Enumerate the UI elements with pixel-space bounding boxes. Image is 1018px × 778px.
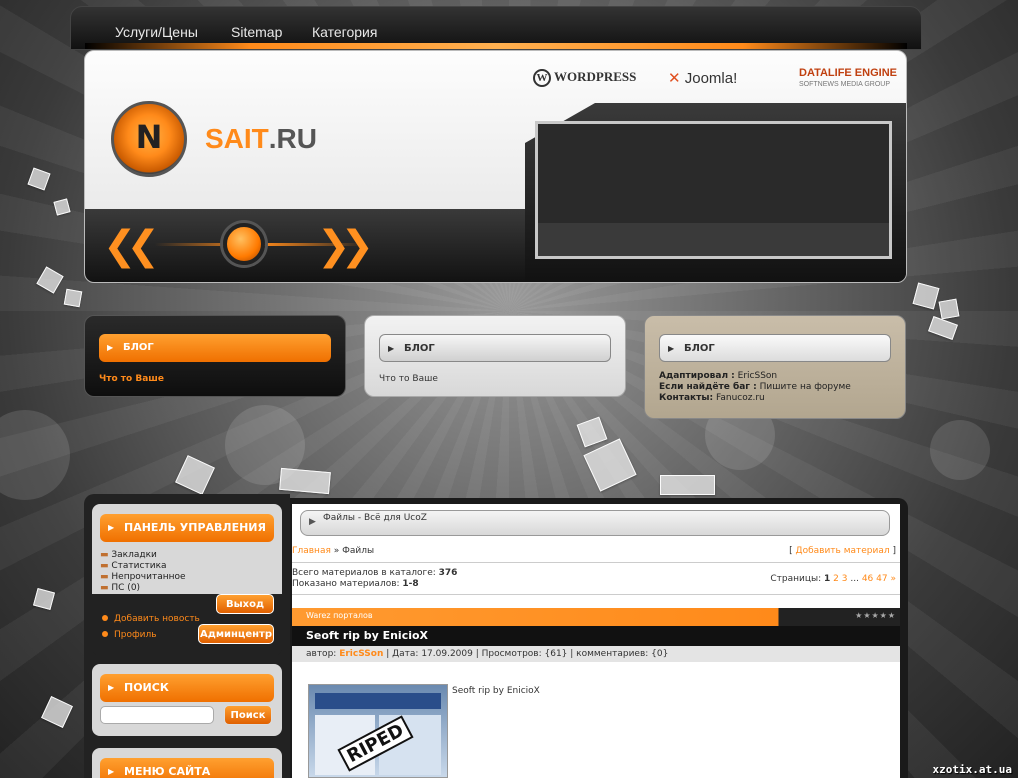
bg-cube [660,475,715,495]
admin-center-button[interactable]: Админцентр [198,624,274,644]
profile-link[interactable]: Профиль [102,630,157,640]
control-panel-list: ▬ Закладки ▬ Статистика ▬ Непрочитанное … [100,550,274,594]
orange-orb-icon [223,223,265,265]
site-menu-title: МЕНЮ САЙТА [100,758,274,778]
search-input[interactable] [100,706,214,724]
nav-glow-line [85,43,907,49]
search-panel-title: ПОИСК [100,674,274,702]
watermark: xzotix.at.ua [932,763,1012,776]
bg-cube [279,467,331,495]
page-47[interactable]: 47 [876,574,887,584]
list-item[interactable]: ▬ Непрочитанное [100,572,274,583]
add-material: [ Добавить материал ] [789,546,896,556]
prev-arrows-icon[interactable]: ❮❮ [103,223,160,269]
post-text: Seoft rip by EnicioX [452,686,540,696]
pagination: Страницы: 1 2 3 ... 46 47 » [770,574,896,584]
control-panel-title: ПАНЕЛЬ УПРАВЛЕНИЯ [100,514,274,542]
page-3[interactable]: 3 [842,574,848,584]
page-2[interactable]: 2 [833,574,839,584]
blog-title-dark[interactable]: БЛОГ [99,334,331,362]
blog-text-light: Что то Ваше [379,374,438,384]
page-next[interactable]: » [890,574,896,584]
blog-text-dark: Что то Ваше [99,374,164,384]
blog-box-beige: БЛОГ Адаптировал : EricSSon Если найдёте… [644,315,906,419]
site-logo-icon[interactable]: N [111,101,187,177]
list-item[interactable]: ▬ Закладки [100,550,274,561]
post-thumbnail[interactable]: RIPED [308,684,448,778]
section-title-bar: ▶ Файлы - Всё для UcoZ [300,510,890,536]
blog-box-light: БЛОГ Что то Ваше [364,315,626,397]
main-content-inner: ▶ Файлы - Всё для UcoZ Главная » Файлы [… [292,504,900,778]
rating-stars-icon[interactable]: ★★★★★ [855,611,896,620]
bg-cube [63,288,83,308]
left-sidebar: ПАНЕЛЬ УПРАВЛЕНИЯ ▬ Закладки ▬ Статистик… [84,494,290,778]
add-material-link[interactable]: Добавить материал [796,546,890,556]
list-item[interactable]: ▬ Статистика [100,561,274,572]
category-link[interactable]: Warez порталов [306,611,373,620]
joomla-logo: ✕ Joomla! [668,70,738,87]
search-panel: ПОИСК Поиск [92,664,282,736]
bg-cube [938,298,960,320]
blog-title-light[interactable]: БЛОГ [379,334,611,363]
category-bar: Warez порталов ★★★★★ [292,608,900,626]
top-navbar: Услуги/Цены Sitemap Категория [70,6,922,50]
breadcrumb-home[interactable]: Главная [292,546,331,556]
blog-box-dark: БЛОГ Что то Ваше [84,315,346,397]
search-button[interactable]: Поиск [224,705,272,725]
section-title: Файлы - Всё для UcoZ [323,513,427,523]
site-name[interactable]: SAIT.RU [205,123,317,155]
datalife-logo: DATALIFE ENGINE SOFTNEWS MEDIA GROUP [799,67,897,89]
post-title[interactable]: Seoft rip by EnicioX [292,626,900,646]
blog-info: Адаптировал : EricSSon Если найдёте баг … [659,371,851,403]
list-item[interactable]: ▬ ПС (0) [100,583,274,594]
site-menu-panel: МЕНЮ САЙТА [92,748,282,778]
main-content: ▶ Файлы - Всё для UcoZ Главная » Файлы [… [290,498,908,778]
post-meta: автор: EricSSon | Дата: 17.09.2009 | Про… [292,646,900,662]
page-1[interactable]: 1 [824,574,830,584]
logout-button[interactable]: Выход [216,594,274,614]
wordpress-logo: W WORDPRESS [533,69,636,88]
bg-circle [930,420,990,480]
nav-link-category[interactable]: Категория [312,24,377,40]
header-banner-screen [535,121,892,259]
nav-link-services[interactable]: Услуги/Цены [115,24,198,40]
blog-title-beige[interactable]: БЛОГ [659,334,891,363]
nav-link-sitemap[interactable]: Sitemap [231,24,282,40]
breadcrumb: Главная » Файлы [292,546,375,556]
next-arrows-icon[interactable]: ❯❯ [317,223,374,269]
breadcrumb-current: Файлы [342,546,375,556]
page-46[interactable]: 46 [862,574,873,584]
catalog-stats: Всего материалов в каталоге: 376 Показан… [292,568,458,589]
site-header: N SAIT.RU W WORDPRESS ✕ Joomla! DATALIFE… [84,50,907,283]
add-news-link[interactable]: Добавить новость [102,614,200,624]
post-author-link[interactable]: EricSSon [339,649,383,659]
